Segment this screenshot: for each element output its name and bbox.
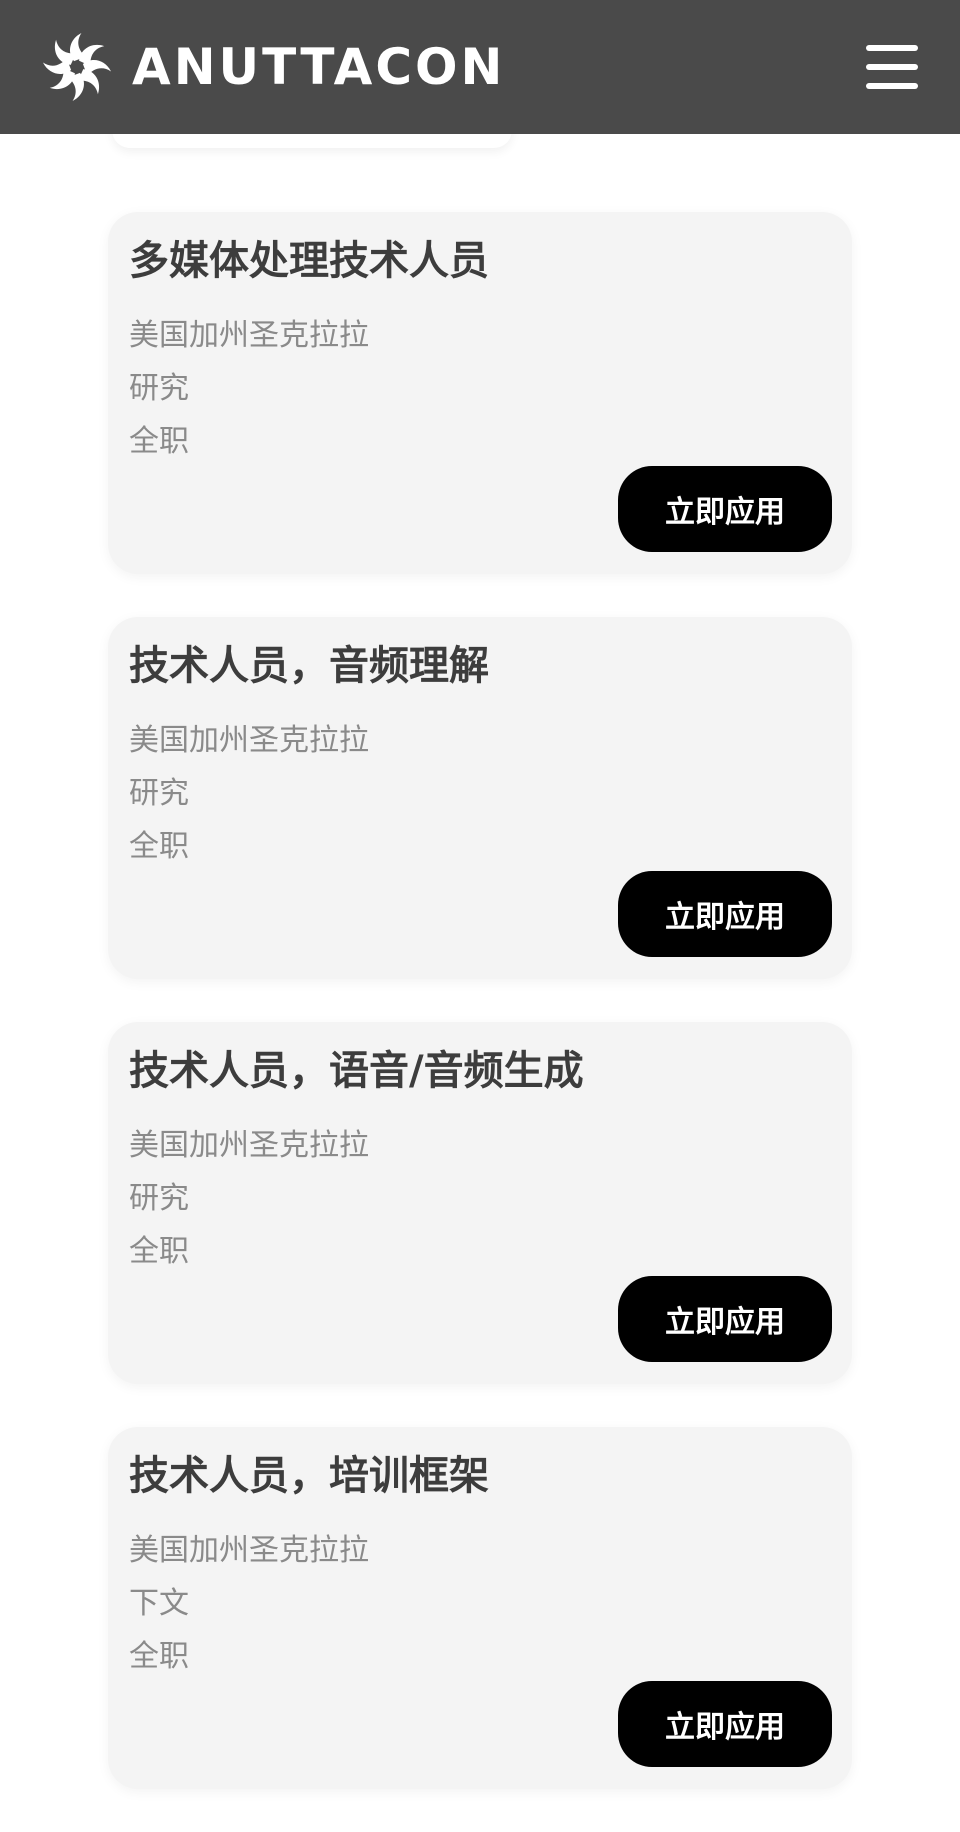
apply-now-button[interactable]: 立即应用 <box>618 1276 832 1362</box>
apply-now-button[interactable]: 立即应用 <box>618 871 832 957</box>
job-meta: 美国加州圣克拉拉 研究 全职 <box>129 714 832 873</box>
job-type: 全职 <box>129 829 189 864</box>
job-type: 全职 <box>129 1639 189 1674</box>
menu-line <box>866 83 918 89</box>
job-listings: 多媒体处理技术人员 美国加州圣克拉拉 研究 全职 立即应用 技术人员，音频理解 … <box>108 212 852 1832</box>
job-location: 美国加州圣克拉拉 <box>129 1533 369 1568</box>
job-card: 技术人员，培训框架 美国加州圣克拉拉 下文 全职 立即应用 <box>108 1427 852 1789</box>
job-meta: 美国加州圣克拉拉 研究 全职 <box>129 1119 832 1278</box>
job-card: 技术人员，语音/音频生成 美国加州圣克拉拉 研究 全职 立即应用 <box>108 1022 852 1384</box>
job-team: 研究 <box>129 1181 189 1216</box>
job-type: 全职 <box>129 1234 189 1269</box>
brand-logo-link[interactable]: ANUTTACON <box>40 30 505 104</box>
apply-now-button[interactable]: 立即应用 <box>618 1681 832 1767</box>
job-card: 多媒体处理技术人员 美国加州圣克拉拉 研究 全职 立即应用 <box>108 212 852 574</box>
job-type: 全职 <box>129 424 189 459</box>
menu-line <box>866 45 918 51</box>
job-title[interactable]: 技术人员，音频理解 <box>129 641 832 691</box>
job-meta: 美国加州圣克拉拉 下文 全职 <box>129 1524 832 1683</box>
job-location: 美国加州圣克拉拉 <box>129 1128 369 1163</box>
job-location: 美国加州圣克拉拉 <box>129 723 369 758</box>
brand-wordmark: ANUTTACON <box>132 38 506 96</box>
job-title[interactable]: 技术人员，培训框架 <box>129 1451 832 1501</box>
site-header: ANUTTACON <box>0 0 960 134</box>
job-location: 美国加州圣克拉拉 <box>129 318 369 353</box>
apply-now-button[interactable]: 立即应用 <box>618 466 832 552</box>
job-card: 技术人员，音频理解 美国加州圣克拉拉 研究 全职 立即应用 <box>108 617 852 979</box>
job-team: 研究 <box>129 371 189 406</box>
job-title[interactable]: 技术人员，语音/音频生成 <box>129 1046 832 1096</box>
pinwheel-logo-icon <box>42 32 112 102</box>
menu-line <box>866 64 918 70</box>
job-team: 研究 <box>129 776 189 811</box>
job-title[interactable]: 多媒体处理技术人员 <box>129 236 832 286</box>
hamburger-menu-icon[interactable] <box>866 45 918 89</box>
job-team: 下文 <box>129 1586 189 1621</box>
job-meta: 美国加州圣克拉拉 研究 全职 <box>129 309 832 468</box>
